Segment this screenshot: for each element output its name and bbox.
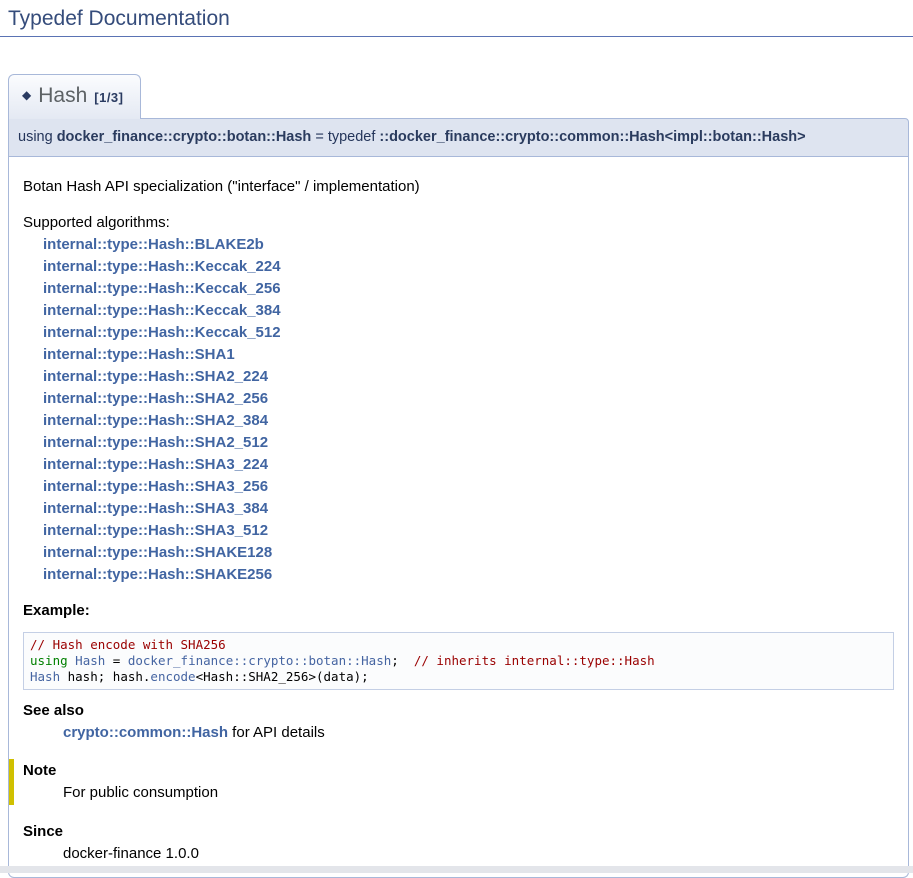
since-section: Since docker-finance 1.0.0 xyxy=(23,822,894,863)
algorithm-link[interactable]: internal::type::Hash::SHA2_224 xyxy=(43,366,894,388)
page-title: Typedef Documentation xyxy=(0,0,913,37)
description-paragraph: Botan Hash API specialization ("interfac… xyxy=(23,176,894,197)
code-plain: ; xyxy=(391,653,414,668)
algorithm-link[interactable]: internal::type::Hash::SHA1 xyxy=(43,344,894,366)
see-also-section: See also crypto::common::Hash for API de… xyxy=(23,701,894,742)
example-section: Example: xyxy=(23,601,894,620)
algorithm-link[interactable]: internal::type::Hash::Keccak_512 xyxy=(43,322,894,344)
algorithm-link[interactable]: internal::type::Hash::SHA2_384 xyxy=(43,410,894,432)
algorithm-link[interactable]: internal::type::Hash::BLAKE2b xyxy=(43,234,894,256)
member-name: Hash xyxy=(38,84,87,107)
note-section: Note For public consumption xyxy=(9,759,894,805)
see-also-label: See also xyxy=(23,701,894,720)
note-label: Note xyxy=(23,761,894,780)
algorithm-link[interactable]: internal::type::Hash::SHA2_256 xyxy=(43,388,894,410)
since-content: docker-finance 1.0.0 xyxy=(63,844,894,863)
since-label: Since xyxy=(23,822,894,841)
supported-algorithms-label: Supported algorithms: xyxy=(23,212,894,233)
algorithm-link[interactable]: internal::type::Hash::Keccak_224 xyxy=(43,256,894,278)
example-code-block: // Hash encode with SHA256using Hash = d… xyxy=(23,632,894,690)
code-line: using Hash = docker_finance::crypto::bot… xyxy=(30,653,887,669)
typedef-declaration: using docker_finance::crypto::botan::Has… xyxy=(8,118,909,157)
algorithm-link[interactable]: internal::type::Hash::SHA3_384 xyxy=(43,498,894,520)
code-line: Hash hash; hash.encode<Hash::SHA2_256>(d… xyxy=(30,669,887,685)
code-symbol-link[interactable]: Hash xyxy=(75,653,105,668)
member-tab-hash: ◆ Hash [1/3] xyxy=(8,74,141,119)
algorithm-link[interactable]: internal::type::Hash::Keccak_256 xyxy=(43,278,894,300)
typedef-member-item: ◆Hash[1/3] using docker_finance::crypto:… xyxy=(8,74,909,878)
code-plain: <Hash::SHA2_256>(data); xyxy=(196,669,369,684)
algorithm-link[interactable]: internal::type::Hash::SHA3_256 xyxy=(43,476,894,498)
see-also-suffix: for API details xyxy=(228,724,325,741)
member-documentation: Botan Hash API specialization ("interfac… xyxy=(8,157,909,878)
code-symbol-link[interactable]: encode xyxy=(150,669,195,684)
supported-algorithms-list: internal::type::Hash::BLAKE2binternal::t… xyxy=(43,234,894,586)
next-section-edge-strip xyxy=(0,866,913,873)
permalink-diamond-icon[interactable]: ◆ xyxy=(22,88,31,102)
code-plain: hash; hash. xyxy=(60,669,150,684)
algorithm-link[interactable]: internal::type::Hash::SHAKE256 xyxy=(43,564,894,586)
code-keyword: using xyxy=(30,653,68,668)
declaration-middle: = typedef xyxy=(311,129,379,145)
code-comment: // inherits internal::type::Hash xyxy=(414,653,655,668)
algorithm-link[interactable]: internal::type::Hash::SHA3_224 xyxy=(43,454,894,476)
declaration-prefix: using xyxy=(18,129,57,145)
algorithm-link[interactable]: internal::type::Hash::SHAKE128 xyxy=(43,542,894,564)
code-line: // Hash encode with SHA256 xyxy=(30,637,887,653)
declaration-target-link[interactable]: ::docker_finance::crypto::common::Hash<i… xyxy=(379,129,805,145)
algorithm-link[interactable]: internal::type::Hash::Keccak_384 xyxy=(43,300,894,322)
see-also-content: crypto::common::Hash for API details xyxy=(63,723,894,742)
overload-index-badge: [1/3] xyxy=(94,90,123,105)
code-symbol-link[interactable]: Hash xyxy=(30,669,60,684)
algorithm-link[interactable]: internal::type::Hash::SHA2_512 xyxy=(43,432,894,454)
example-label: Example: xyxy=(23,601,894,620)
note-content: For public consumption xyxy=(63,783,894,802)
algorithm-link[interactable]: internal::type::Hash::SHA3_512 xyxy=(43,520,894,542)
see-also-link[interactable]: crypto::common::Hash xyxy=(63,724,228,741)
code-comment: // Hash encode with SHA256 xyxy=(30,637,226,652)
code-plain: = xyxy=(105,653,128,668)
declaration-name-link[interactable]: docker_finance::crypto::botan::Hash xyxy=(57,129,312,145)
code-symbol-link[interactable]: docker_finance::crypto::botan::Hash xyxy=(128,653,391,668)
